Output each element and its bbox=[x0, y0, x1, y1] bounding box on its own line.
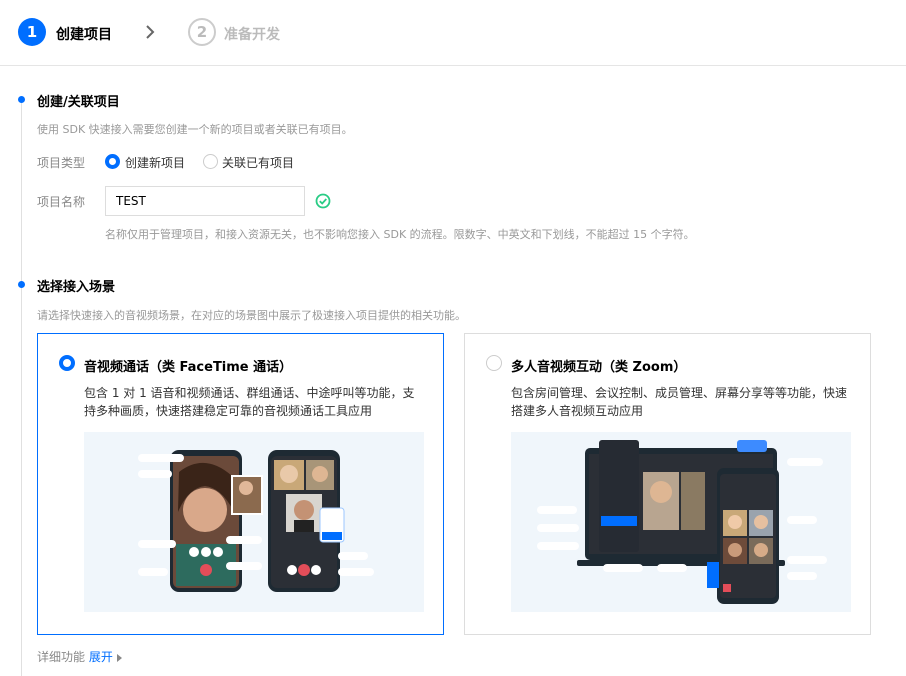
project-name-input[interactable] bbox=[105, 186, 305, 216]
caret-right-icon[interactable] bbox=[116, 653, 122, 662]
step-1-label: 创建项目 bbox=[56, 27, 112, 43]
step-2-number: 2 bbox=[188, 18, 216, 46]
detail-features: 详细功能 展开 bbox=[37, 648, 122, 665]
scene-card-zoom[interactable]: 多人音视频互动（类 Zoom） 包含房间管理、会议控制、成员管理、屏幕分享等等功… bbox=[464, 333, 871, 635]
project-name-label: 项目名称 bbox=[37, 195, 86, 209]
scene-illustration-zoom bbox=[511, 432, 851, 612]
radio-link-existing-label[interactable]: 关联已有项目 bbox=[222, 154, 294, 171]
timeline-line bbox=[21, 100, 22, 676]
check-circle-icon bbox=[315, 193, 331, 209]
radio-create-new-project[interactable] bbox=[105, 154, 120, 169]
project-type-label: 项目类型 bbox=[37, 156, 86, 170]
project-name-hint: 名称仅用于管理项目，和接入资源无关，也不影响您接入 SDK 的流程。限数字、中英… bbox=[105, 228, 695, 241]
scene-card-facetime[interactable]: 音视频通话（类 FaceTime 通话） 包含 1 对 1 语音和视频通话、群组… bbox=[37, 333, 444, 635]
section-title-create: 创建/关联项目 bbox=[37, 95, 120, 110]
expand-link[interactable]: 展开 bbox=[89, 650, 113, 664]
section-title-scene: 选择接入场景 bbox=[37, 280, 116, 295]
timeline-dot-2 bbox=[18, 281, 25, 288]
radio-create-new-label[interactable]: 创建新项目 bbox=[125, 154, 185, 171]
steps-header: 1 创建项目 2 准备开发 bbox=[0, 0, 906, 66]
timeline-dot-1 bbox=[18, 96, 25, 103]
scene-card-title: 多人音视频互动（类 Zoom） bbox=[511, 360, 687, 375]
scene-card-title: 音视频通话（类 FaceTime 通话） bbox=[84, 360, 293, 375]
radio-link-existing-project[interactable] bbox=[203, 154, 218, 169]
step-2-label: 准备开发 bbox=[224, 27, 280, 43]
section-description-scene: 请选择快速接入的音视频场景，在对应的场景图中展示了极速接入项目提供的相关功能。 bbox=[37, 309, 466, 322]
scene-radio-facetime[interactable] bbox=[59, 355, 75, 371]
scene-card-description: 包含 1 对 1 语音和视频通话、群组通话、中途呼叫等功能，支持多种画质，快速搭… bbox=[84, 386, 415, 418]
chevron-right-icon bbox=[146, 25, 155, 39]
step-1-number: 1 bbox=[18, 18, 46, 46]
detail-label: 详细功能 bbox=[37, 650, 86, 664]
scene-card-description: 包含房间管理、会议控制、成员管理、屏幕分享等等功能，快速搭建多人音视频互动应用 bbox=[511, 386, 848, 418]
scene-radio-zoom[interactable] bbox=[486, 355, 502, 371]
scene-illustration-facetime bbox=[84, 432, 424, 612]
section-description-create: 使用 SDK 快速接入需要您创建一个新的项目或者关联已有项目。 bbox=[37, 123, 353, 136]
